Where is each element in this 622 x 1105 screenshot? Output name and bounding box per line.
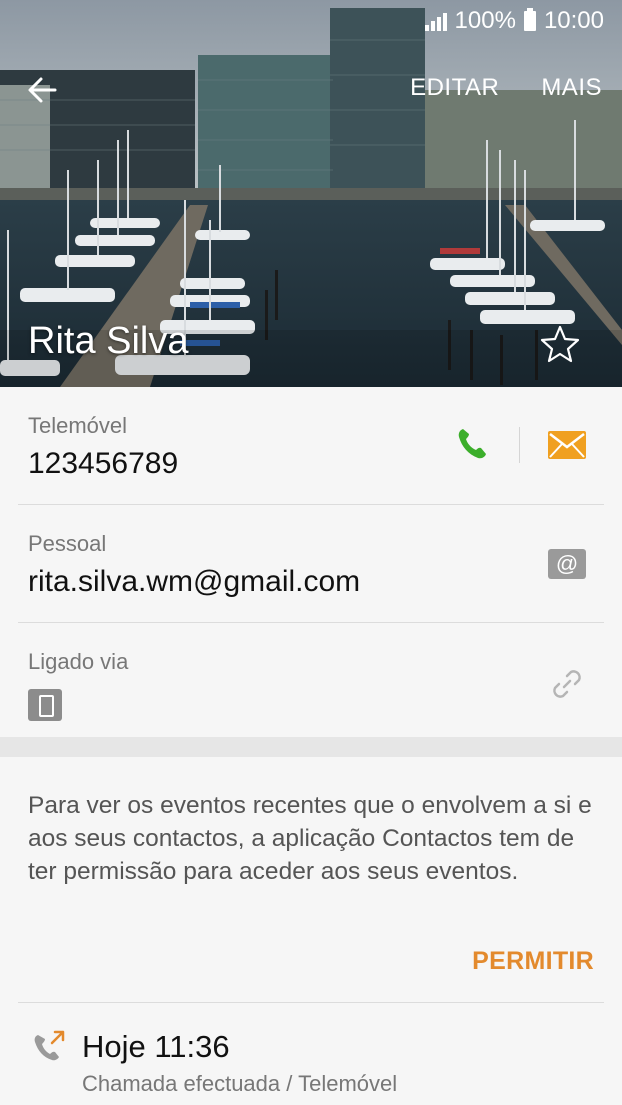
email-row[interactable]: Pessoal rita.silva.wm@gmail.com @ — [18, 505, 604, 623]
message-button[interactable] — [548, 431, 586, 464]
envelope-icon — [548, 431, 586, 459]
events-section: Para ver os eventos recentes que o envol… — [0, 757, 622, 1105]
email-address: rita.silva.wm@gmail.com — [28, 565, 361, 598]
phone-number: 123456789 — [28, 447, 179, 480]
more-button[interactable]: MAIS — [541, 74, 602, 102]
battery-icon — [523, 8, 536, 31]
at-icon[interactable]: @ — [548, 549, 586, 579]
favorite-button[interactable] — [540, 324, 580, 364]
call-log-time[interactable]: Hoje 11:36 — [82, 1029, 230, 1065]
link-icon — [553, 670, 581, 698]
call-button[interactable] — [456, 427, 488, 466]
signal-icon — [424, 11, 447, 31]
arrow-left-icon — [28, 77, 57, 103]
contact-details: Telemóvel 123456789 Pessoal rita.silva.w… — [0, 387, 622, 737]
outgoing-call-icon — [32, 1029, 68, 1070]
email-label: Pessoal — [28, 531, 107, 556]
status-bar: 100% 10:00 — [424, 6, 604, 36]
device-icon — [28, 689, 62, 721]
phone-icon — [458, 429, 486, 459]
back-button[interactable] — [22, 70, 62, 110]
star-outline-icon — [540, 325, 580, 363]
section-separator — [0, 737, 622, 757]
battery-percent: 100% — [454, 7, 516, 34]
header-actions: EDITAR MAIS — [410, 74, 602, 102]
permission-message: Para ver os eventos recentes que o envol… — [28, 792, 592, 885]
allow-button[interactable]: PERMITIR — [472, 947, 594, 976]
action-divider — [519, 427, 520, 463]
contact-header-photo: 100% 10:00 EDITAR MAIS Rita Silva — [0, 0, 622, 387]
phone-label: Telemóvel — [28, 413, 128, 438]
call-log-detail: Chamada efectuada / Telemóvel — [82, 1071, 398, 1096]
link-button[interactable] — [550, 667, 584, 706]
edit-button[interactable]: EDITAR — [410, 74, 499, 102]
linked-label: Ligado via — [28, 649, 129, 674]
divider — [18, 1002, 604, 1003]
contact-name: Rita Silva — [28, 320, 189, 362]
linked-row[interactable]: Ligado via — [18, 623, 604, 737]
clock: 10:00 — [543, 7, 604, 34]
phone-row[interactable]: Telemóvel 123456789 — [18, 387, 604, 505]
